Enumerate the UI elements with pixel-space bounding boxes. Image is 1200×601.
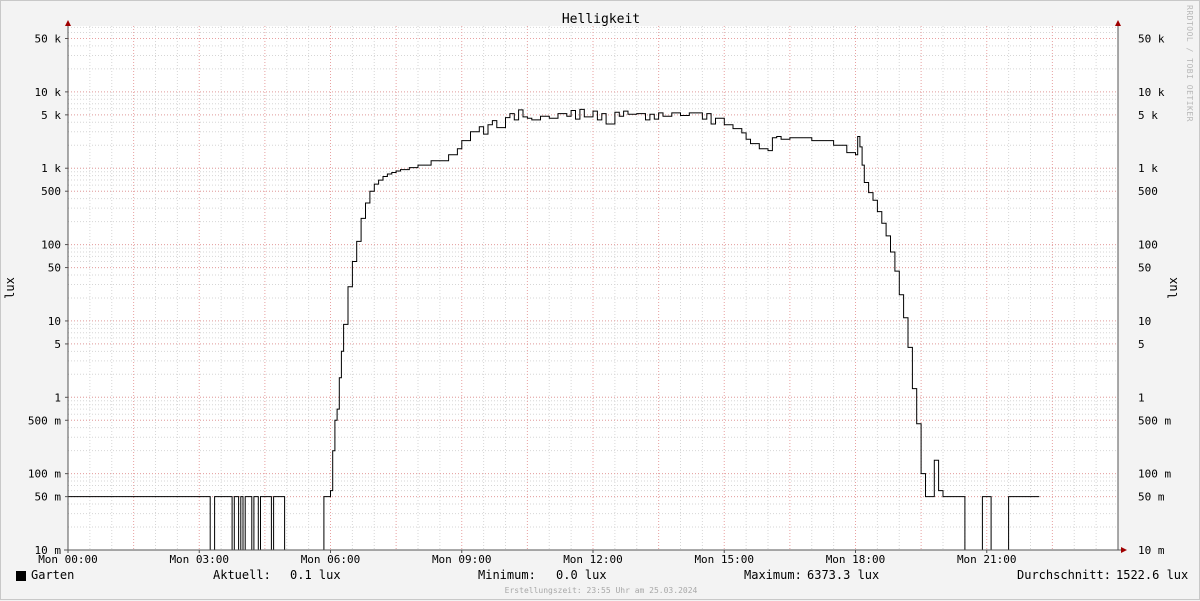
rrdtool-watermark: RRDTOOL / TOBI OETIKER xyxy=(1185,5,1194,122)
y-tick-label-left: 5 xyxy=(54,338,61,351)
creation-time: Erstellungszeit: 23:55 Uhr am 25.03.2024 xyxy=(504,586,698,595)
x-tick-label: Mon 21:00 xyxy=(957,553,1017,566)
y-tick-label-right: 10 m xyxy=(1138,544,1165,557)
y-tick-label-right: 500 m xyxy=(1138,414,1171,427)
y-tick-label-left: 500 m xyxy=(28,414,61,427)
x-tick-label: Mon 00:00 xyxy=(38,553,98,566)
x-tick-label: Mon 15:00 xyxy=(694,553,754,566)
y-tick-label-left: 50 m xyxy=(35,491,62,504)
y-tick-label-left: 50 xyxy=(48,262,61,275)
y-tick-label-right: 500 xyxy=(1138,185,1158,198)
y-tick-label-right: 50 m xyxy=(1138,491,1165,504)
y-tick-label-right: 50 xyxy=(1138,262,1151,275)
y-tick-label-right: 100 m xyxy=(1138,468,1171,481)
x-tick-label: Mon 18:00 xyxy=(826,553,886,566)
average-value: 1522.6 lux xyxy=(1116,568,1189,582)
y-tick-label-right: 50 k xyxy=(1138,33,1165,46)
current-label: Aktuell: xyxy=(213,568,271,582)
minimum-label: Minimum: xyxy=(478,568,536,582)
y-tick-label-right: 5 k xyxy=(1138,109,1158,122)
x-tick-label: Mon 09:00 xyxy=(432,553,492,566)
brightness-chart: 10 m 10 m50 m 50 m100 m 100 m500 m 500 m1 15 5… xyxy=(3,12,1180,566)
x-axis-arrow xyxy=(1121,547,1127,553)
legend-series-label: Garten xyxy=(31,568,75,582)
y-tick-label-left: 500 xyxy=(41,185,61,198)
minimum-value: 0.0 lux xyxy=(556,568,607,582)
y-tick-label-left: 1 k xyxy=(41,162,61,175)
y-tick-label-left: 10 k xyxy=(35,86,62,99)
y-tick-label-right: 10 k xyxy=(1138,86,1165,99)
y-tick-label-right: 10 xyxy=(1138,315,1151,328)
y-tick-label-left: 100 xyxy=(41,239,61,252)
y-tick-label-right: 1 xyxy=(1138,391,1145,404)
y-tick-label-right: 5 xyxy=(1138,338,1145,351)
x-tick-label: Mon 06:00 xyxy=(301,553,361,566)
y-tick-label-right: 1 k xyxy=(1138,162,1158,175)
y-tick-label-left: 100 m xyxy=(28,468,61,481)
y-axis-label-right: lux xyxy=(1166,277,1180,299)
legend-row: Garten Aktuell: 0.1 lux Minimum: 0.0 lux… xyxy=(1,568,1200,584)
y-tick-label-right: 100 xyxy=(1138,239,1158,252)
maximum-label: Maximum: xyxy=(744,568,802,582)
y-axis-label-left: lux xyxy=(3,277,17,299)
current-value: 0.1 lux xyxy=(290,568,341,582)
y-tick-label-left: 5 k xyxy=(41,109,61,122)
y-axis-arrow-right xyxy=(1115,20,1121,26)
x-tick-label: Mon 12:00 xyxy=(563,553,623,566)
y-tick-label-left: 50 k xyxy=(35,33,62,46)
maximum-value: 6373.3 lux xyxy=(807,568,880,582)
chart-title: Helligkeit xyxy=(562,12,640,27)
y-tick-label-left: 10 xyxy=(48,315,61,328)
x-tick-label: Mon 03:00 xyxy=(169,553,229,566)
average-label: Durchschnitt: xyxy=(1017,568,1111,582)
y-axis-arrow-left xyxy=(65,20,71,26)
chart-frame: 10 m 10 m 50 m 50 m 100 m 100 m 500 m 500 m1155… xyxy=(0,0,1200,600)
y-tick-label-left: 1 xyxy=(54,391,61,404)
